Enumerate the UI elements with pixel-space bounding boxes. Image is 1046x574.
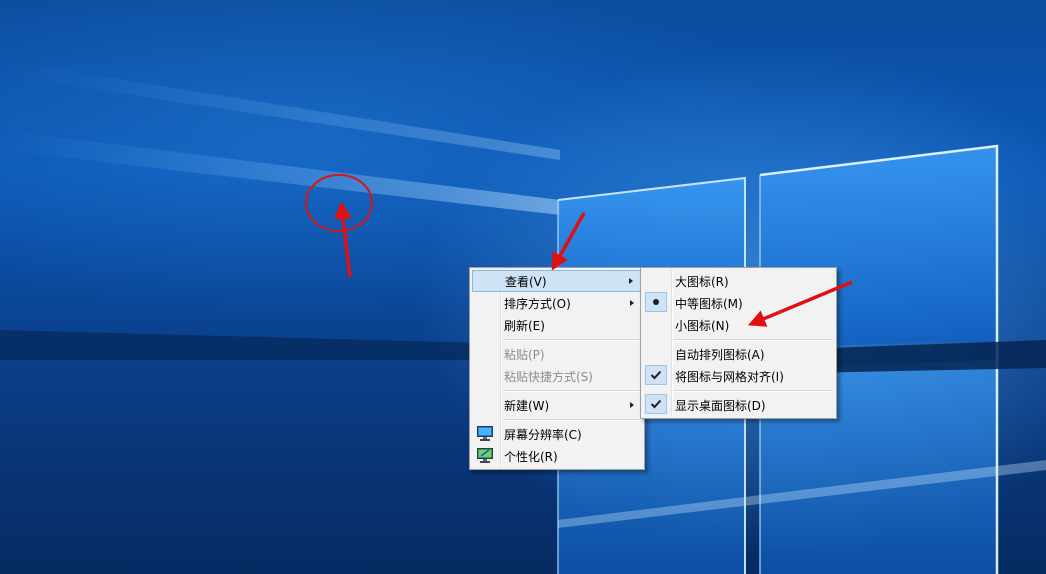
menu-item-label: 个性化(R): [504, 449, 558, 464]
menu-separator: [503, 336, 642, 343]
submenu-item-medium-icons[interactable]: 中等图标(M): [643, 292, 834, 314]
radio-bullet-icon: [645, 292, 667, 312]
menu-item-paste-shortcut[interactable]: 粘贴快捷方式(S): [472, 365, 642, 387]
menu-item-label: 自动排列图标(A): [675, 347, 765, 362]
personalize-icon: [477, 448, 493, 463]
menu-separator: [674, 387, 834, 394]
menu-item-label: 刷新(E): [504, 318, 545, 333]
menu-item-label: 显示桌面图标(D): [675, 398, 766, 413]
menu-item-label: 查看(V): [505, 274, 547, 289]
submenu-arrow-icon: [630, 402, 634, 408]
submenu-arrow-icon: [630, 300, 634, 306]
view-submenu: 大图标(R) 中等图标(M) 小图标(N) 自动排列图标(A) 将图标与网格对齐…: [640, 267, 837, 419]
submenu-item-show-desktop-icons[interactable]: 显示桌面图标(D): [643, 394, 834, 416]
submenu-item-auto-arrange[interactable]: 自动排列图标(A): [643, 343, 834, 365]
desktop-context-menu: 查看(V) 排序方式(O) 刷新(E) 粘贴(P) 粘贴快捷方式(S) 新建(W…: [469, 267, 645, 470]
menu-item-view[interactable]: 查看(V): [472, 270, 642, 292]
menu-separator: [503, 387, 642, 394]
submenu-item-large-icons[interactable]: 大图标(R): [643, 270, 834, 292]
checkmark-icon: [645, 365, 667, 385]
menu-item-sort-by[interactable]: 排序方式(O): [472, 292, 642, 314]
menu-item-refresh[interactable]: 刷新(E): [472, 314, 642, 336]
submenu-arrow-icon: [629, 278, 633, 284]
menu-item-new[interactable]: 新建(W): [472, 394, 642, 416]
menu-separator: [674, 336, 834, 343]
menu-item-label: 粘贴快捷方式(S): [504, 369, 593, 384]
menu-item-label: 屏幕分辨率(C): [504, 427, 582, 442]
submenu-item-align-to-grid[interactable]: 将图标与网格对齐(I): [643, 365, 834, 387]
menu-separator: [503, 416, 642, 423]
checkmark-icon: [645, 394, 667, 414]
menu-item-label: 小图标(N): [675, 318, 730, 333]
display-settings-icon: [477, 426, 493, 441]
menu-item-label: 粘贴(P): [504, 347, 545, 362]
menu-item-label: 中等图标(M): [675, 296, 743, 311]
menu-item-personalize[interactable]: 个性化(R): [472, 445, 642, 467]
submenu-item-small-icons[interactable]: 小图标(N): [643, 314, 834, 336]
menu-item-label: 将图标与网格对齐(I): [675, 369, 784, 384]
menu-item-label: 排序方式(O): [504, 296, 571, 311]
menu-item-screen-resolution[interactable]: 屏幕分辨率(C): [472, 423, 642, 445]
menu-item-paste[interactable]: 粘贴(P): [472, 343, 642, 365]
menu-item-label: 大图标(R): [675, 274, 729, 289]
menu-item-label: 新建(W): [504, 398, 550, 413]
